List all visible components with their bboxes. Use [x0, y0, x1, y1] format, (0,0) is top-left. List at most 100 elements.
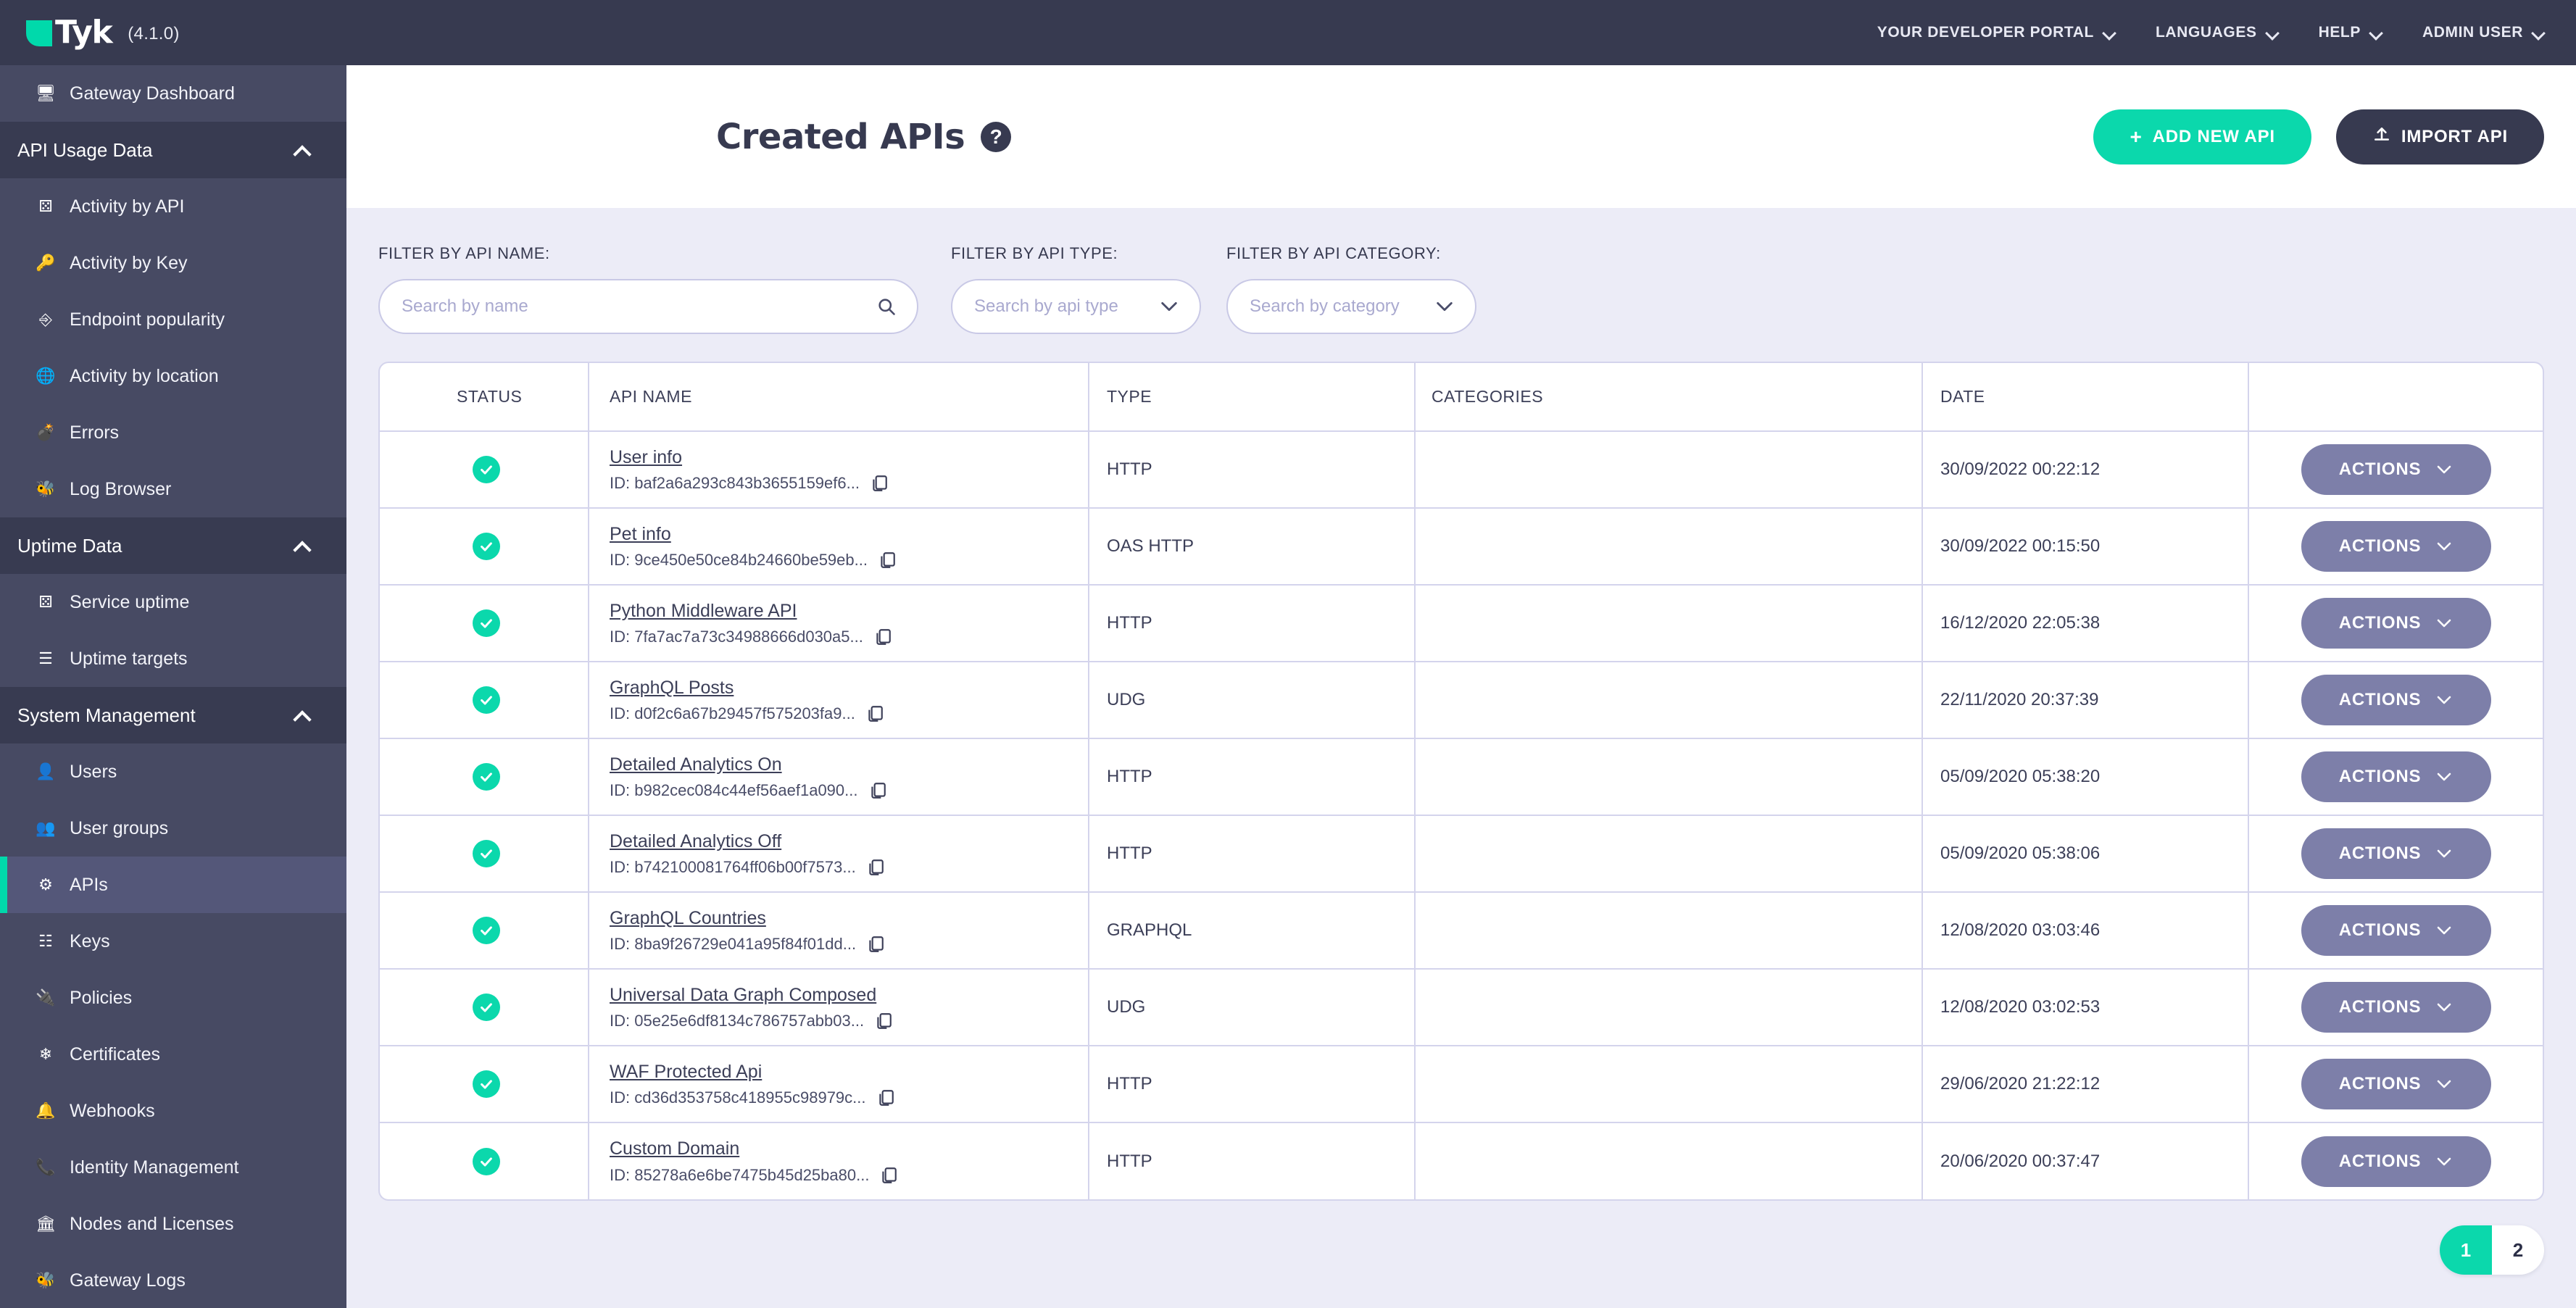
page-button-2[interactable]: 2 [2492, 1225, 2544, 1275]
chevron-down-icon [2437, 926, 2451, 935]
api-name-link[interactable]: WAF Protected Api [610, 1061, 762, 1083]
nav-languages[interactable]: LANGUAGES [2156, 24, 2278, 41]
sidebar-item-service-uptime[interactable]: ⚄ Service uptime [0, 574, 346, 630]
actions-button-label: ACTIONS [2338, 459, 2422, 479]
certificate-icon: ❄ [38, 1045, 53, 1063]
api-name-link[interactable]: Detailed Analytics On [610, 754, 782, 776]
chevron-down-icon[interactable] [1434, 299, 1455, 314]
brand-logo[interactable]: Tyk (4.1.0) [26, 17, 180, 49]
status-cell [436, 431, 589, 509]
copy-icon[interactable] [865, 704, 884, 723]
actions-button[interactable]: ACTIONS [2301, 1136, 2491, 1187]
sidebar-item-gateway-logs[interactable]: 🐝 Gateway Logs [0, 1252, 346, 1308]
copy-icon[interactable] [866, 935, 885, 954]
search-category-select[interactable]: Search by category [1226, 279, 1476, 334]
api-name-link[interactable]: User info [610, 446, 682, 469]
sidebar-item-users[interactable]: 👤 Users [0, 743, 346, 800]
chevron-down-icon[interactable] [1159, 299, 1179, 314]
api-date-cell: 16/12/2020 22:05:38 [1922, 585, 2249, 662]
chevron-down-icon [2533, 28, 2544, 38]
sidebar: 🖥 Gateway Dashboard API Usage Data ⚄ Act… [0, 65, 346, 1308]
sidebar-item-gateway-dashboard[interactable]: 🖥 Gateway Dashboard [0, 65, 346, 122]
import-api-button[interactable]: IMPORT API [2335, 109, 2544, 164]
api-name-link[interactable]: Universal Data Graph Composed [610, 984, 876, 1007]
status-cell [436, 1122, 589, 1199]
sidebar-item-activity-by-api[interactable]: ⚄ Activity by API [0, 178, 346, 235]
api-categories-cell [1415, 738, 1923, 816]
nav-help[interactable]: HELP [2319, 24, 2382, 41]
api-name-link[interactable]: Pet info [610, 523, 671, 546]
api-id-row: ID: cd36d353758c418955c98979c... [610, 1088, 1088, 1107]
sidebar-section-system-management[interactable]: System Management [0, 687, 346, 743]
copy-icon[interactable] [874, 1012, 893, 1030]
actions-button[interactable]: ACTIONS [2301, 444, 2491, 495]
nav-admin-user-label: ADMIN USER [2422, 24, 2523, 41]
actions-button[interactable]: ACTIONS [2301, 905, 2491, 956]
actions-button[interactable]: ACTIONS [2301, 521, 2491, 572]
api-name-cell: Detailed Analytics Off ID: b742100081764f… [589, 815, 1089, 893]
sidebar-item-label: User groups [70, 817, 169, 838]
sidebar-section-api-usage-data[interactable]: API Usage Data [0, 122, 346, 178]
help-icon[interactable]: ? [981, 121, 1012, 152]
copy-icon[interactable] [873, 628, 892, 646]
actions-button[interactable]: ACTIONS [2301, 828, 2491, 879]
sidebar-item-apis[interactable]: ⚙ APIs [0, 857, 346, 913]
status-active-icon [473, 840, 500, 867]
header-action-buttons: + ADD NEW API IMPORT API [2093, 109, 2544, 164]
api-name-link[interactable]: Detailed Analytics Off [610, 830, 781, 853]
nav-admin-user[interactable]: ADMIN USER [2422, 24, 2544, 41]
page-button-1[interactable]: 1 [2440, 1225, 2492, 1275]
actions-button[interactable]: ACTIONS [2301, 1059, 2491, 1109]
add-new-api-button[interactable]: + ADD NEW API [2093, 109, 2311, 164]
search-name-input[interactable]: Search by name [378, 279, 918, 334]
sidebar-item-identity-management[interactable]: 📞 Identity Management [0, 1139, 346, 1196]
sidebar-item-log-browser[interactable]: 🐝 Log Browser [0, 461, 346, 517]
sidebar-item-user-groups[interactable]: 👥 User groups [0, 800, 346, 857]
sidebar-item-uptime-targets[interactable]: ☰ Uptime targets [0, 630, 346, 687]
api-name-link[interactable]: Python Middleware API [610, 600, 797, 622]
sidebar-item-label: Errors [70, 422, 120, 443]
copy-icon[interactable] [866, 858, 885, 877]
sidebar-item-webhooks[interactable]: 🔔 Webhooks [0, 1083, 346, 1139]
chevron-down-icon [2437, 1080, 2451, 1088]
actions-button[interactable]: ACTIONS [2301, 675, 2491, 725]
api-name-cell: Detailed Analytics On ID: b982cec084c44ef… [589, 738, 1089, 816]
api-name-link[interactable]: Custom Domain [610, 1138, 739, 1160]
api-actions-cell: ACTIONS [2248, 738, 2543, 816]
status-active-icon [473, 763, 500, 791]
sidebar-item-label: Uptime targets [70, 648, 188, 669]
copy-icon[interactable] [870, 474, 889, 493]
sidebar-item-keys[interactable]: ☷ Keys [0, 913, 346, 970]
copy-icon[interactable] [868, 781, 887, 800]
search-type-select[interactable]: Search by api type [951, 279, 1201, 334]
search-icon[interactable] [876, 296, 897, 317]
sidebar-section-uptime-data[interactable]: Uptime Data [0, 517, 346, 574]
bank-icon: 🏛 [36, 1215, 56, 1233]
api-name-cell: Python Middleware API ID: 7fa7ac7a73c3498… [589, 585, 1089, 662]
copy-icon[interactable] [879, 1166, 898, 1185]
api-name-link[interactable]: GraphQL Posts [610, 677, 734, 699]
actions-button[interactable]: ACTIONS [2301, 982, 2491, 1033]
chevron-down-icon [2437, 465, 2451, 474]
sidebar-item-activity-by-key[interactable]: 🔑 Activity by Key [0, 235, 346, 291]
sidebar-item-errors[interactable]: 💣 Errors [0, 404, 346, 461]
actions-button[interactable]: ACTIONS [2301, 598, 2491, 649]
api-id-row: ID: d0f2c6a67b29457f575203fa9... [610, 704, 1088, 723]
filter-by-api-name: FILTER BY API NAME: Search by name [378, 244, 918, 334]
status-active-icon [473, 686, 500, 714]
sidebar-item-activity-by-location[interactable]: 🌐 Activity by location [0, 348, 346, 404]
copy-icon[interactable] [878, 551, 897, 570]
nav-developer-portal[interactable]: YOUR DEVELOPER PORTAL [1877, 24, 2115, 41]
api-name-link[interactable]: GraphQL Countries [610, 907, 766, 930]
nav-help-label: HELP [2318, 24, 2361, 41]
column-header-api-name: API NAME [589, 363, 1089, 432]
sidebar-item-endpoint-popularity[interactable]: ⎆ Endpoint popularity [0, 291, 346, 348]
status-cell [436, 815, 589, 893]
status-active-icon [473, 994, 500, 1021]
copy-icon[interactable] [876, 1088, 895, 1107]
pagination: 1 2 [2440, 1225, 2544, 1275]
sidebar-item-certificates[interactable]: ❄ Certificates [0, 1026, 346, 1083]
sidebar-item-policies[interactable]: 🔌 Policies [0, 970, 346, 1026]
sidebar-item-nodes-and-licenses[interactable]: 🏛 Nodes and Licenses [0, 1196, 346, 1252]
actions-button[interactable]: ACTIONS [2301, 751, 2491, 802]
